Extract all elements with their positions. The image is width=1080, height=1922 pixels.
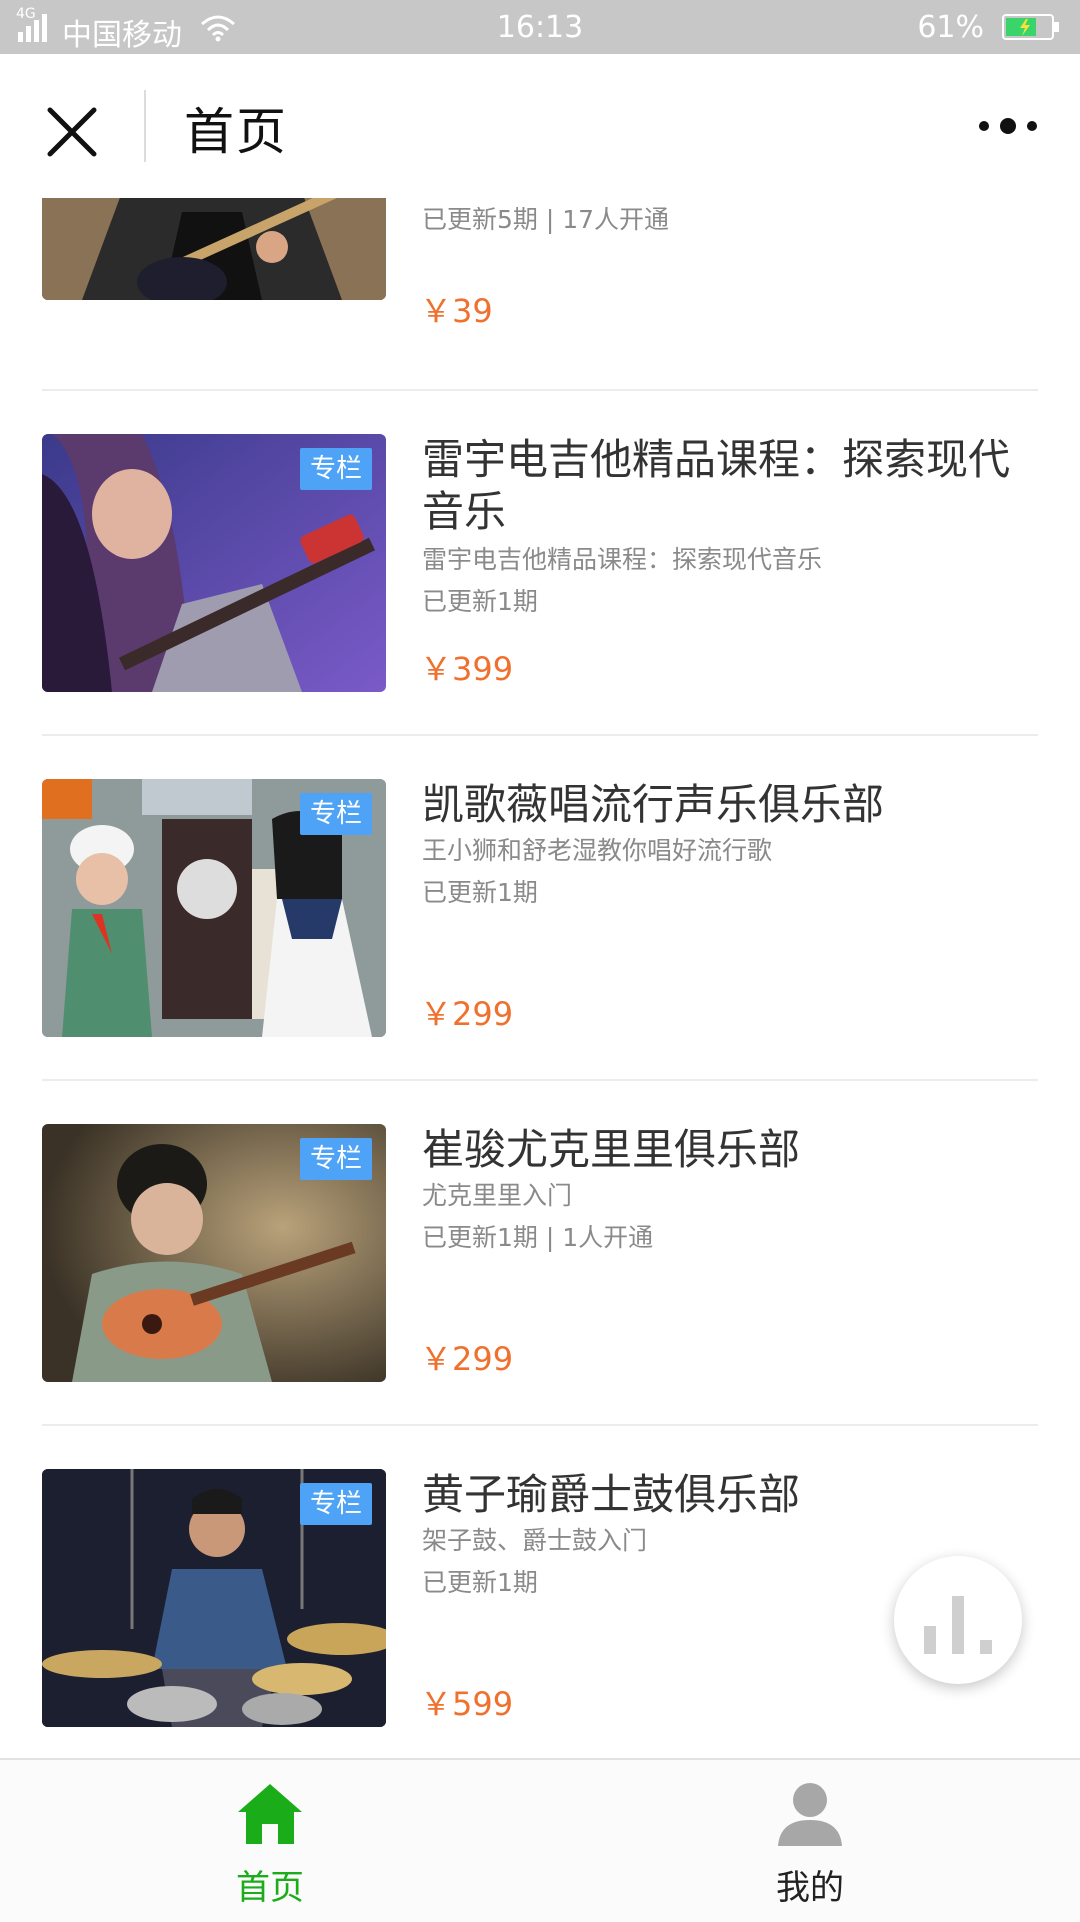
tab-home[interactable]: 首页 — [0, 1760, 540, 1922]
tab-label: 首页 — [236, 1868, 304, 1908]
course-meta: 已更新1期 — [422, 587, 538, 616]
course-meta: 已更新1期 | 1人开通 — [422, 1223, 654, 1252]
course-subtitle: 架子鼓、爵士鼓入门 — [422, 1526, 648, 1555]
title-bar: 首页 — [0, 54, 1080, 198]
battery-icon — [1002, 14, 1059, 40]
course-item[interactable]: 专栏 崔骏尤克里里俱乐部 尤克里里入门 已更新1期 | 1人开通 ￥299 — [0, 1124, 1080, 1469]
column-badge: 专栏 — [299, 793, 372, 835]
title-separator — [144, 90, 146, 162]
divider — [42, 734, 1038, 736]
divider — [42, 1079, 1038, 1081]
page-title: 首页 — [184, 103, 288, 161]
course-thumbnail[interactable]: 专栏 — [42, 1469, 386, 1727]
column-badge: 专栏 — [299, 1138, 372, 1180]
column-badge: 专栏 — [299, 448, 372, 490]
close-icon[interactable] — [44, 104, 100, 160]
course-item[interactable]: 专栏 凯歌薇唱流行声乐俱乐部 王小狮和舒老湿教你唱好流行歌 已更新1期 ￥299 — [0, 779, 1080, 1124]
course-list: 已更新5期 | 17人开通 ￥39 专栏 雷宇电吉他精品课程：探索现代音乐 雷宇… — [0, 198, 1080, 1758]
bar-chart-icon — [924, 1596, 992, 1654]
course-meta: 已更新1期 — [422, 1568, 538, 1597]
course-title[interactable]: 雷宇电吉他精品课程：探索现代音乐 — [422, 434, 1022, 538]
tab-bar: 首页 我的 — [0, 1758, 1080, 1922]
course-thumbnail[interactable]: 专栏 — [42, 779, 386, 1037]
stats-button[interactable] — [894, 1556, 1022, 1684]
course-thumbnail[interactable] — [42, 198, 386, 300]
tab-label: 我的 — [776, 1868, 844, 1908]
more-icon[interactable] — [976, 112, 1040, 140]
course-subtitle: 雷宇电吉他精品课程：探索现代音乐 — [422, 545, 823, 574]
course-subtitle: 尤克里里入门 — [422, 1181, 573, 1210]
course-title[interactable]: 黄子瑜爵士鼓俱乐部 — [422, 1469, 1022, 1521]
course-thumbnail[interactable]: 专栏 — [42, 434, 386, 692]
course-price: ￥299 — [420, 1340, 514, 1378]
status-bar: 4G 中国移动 16:13 61% — [0, 0, 1080, 54]
tab-mine[interactable]: 我的 — [540, 1760, 1080, 1922]
divider — [42, 389, 1038, 391]
user-icon — [778, 1783, 842, 1846]
course-subtitle: 王小狮和舒老湿教你唱好流行歌 — [422, 836, 773, 865]
course-meta: 已更新1期 — [422, 878, 538, 907]
battery-percent: 61% — [917, 10, 984, 45]
course-price: ￥399 — [420, 650, 514, 688]
home-icon — [238, 1784, 302, 1844]
course-price: ￥599 — [420, 1685, 514, 1723]
divider — [42, 1424, 1038, 1426]
course-meta: 已更新5期 | 17人开通 — [422, 205, 670, 234]
course-title[interactable]: 崔骏尤克里里俱乐部 — [422, 1124, 1022, 1176]
course-thumbnail[interactable]: 专栏 — [42, 1124, 386, 1382]
course-title[interactable]: 凯歌薇唱流行声乐俱乐部 — [422, 779, 1022, 831]
course-price: ￥39 — [420, 292, 493, 330]
course-item[interactable]: 专栏 雷宇电吉他精品课程：探索现代音乐 雷宇电吉他精品课程：探索现代音乐 已更新… — [0, 434, 1080, 779]
column-badge: 专栏 — [299, 1483, 372, 1525]
course-item[interactable]: 已更新5期 | 17人开通 ￥39 — [0, 198, 1080, 387]
course-price: ￥299 — [420, 995, 514, 1033]
